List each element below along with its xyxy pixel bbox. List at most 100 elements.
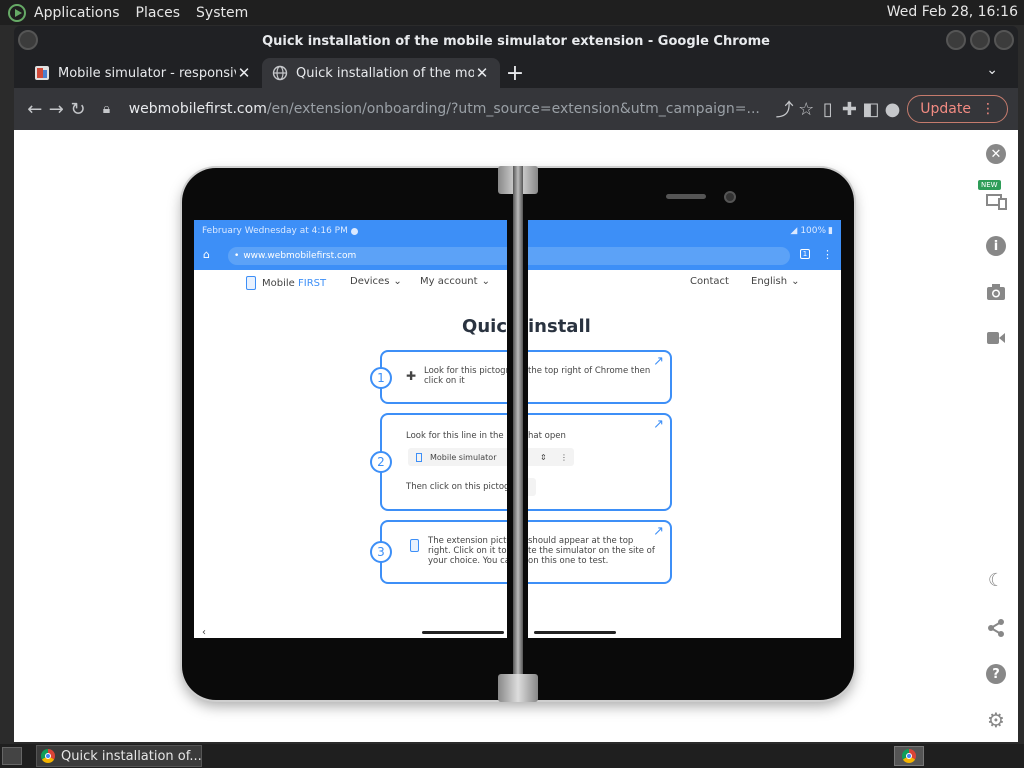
- mobile-first-logo-icon: [246, 276, 256, 290]
- extension-name: Mobile simulator: [430, 452, 497, 462]
- device-camera-icon: [724, 191, 736, 203]
- extension-list-row: Mobile simulator: [408, 448, 507, 466]
- nav-devices[interactable]: Devices ⌄: [350, 276, 402, 287]
- device-address-bar[interactable]: • www.webmobilefirst.com: [228, 247, 507, 265]
- forward-button[interactable]: →: [46, 93, 68, 125]
- update-button[interactable]: Update ⋮: [907, 95, 1008, 123]
- device-url-text: www.webmobilefirst.com: [243, 251, 357, 261]
- device-menu-icon[interactable]: ⋮: [822, 248, 833, 261]
- top-panel: Applications Places System Wed Feb 28, 1…: [0, 0, 1024, 25]
- chrome-window: Quick installation of the mobile simulat…: [14, 26, 1018, 742]
- globe-icon: [272, 65, 288, 81]
- window-title-bar[interactable]: Quick installation of the mobile simulat…: [14, 26, 1018, 56]
- extensions-puzzle-icon[interactable]: ✚: [839, 93, 861, 125]
- info-button[interactable]: i: [982, 232, 1010, 260]
- update-label: Update: [920, 101, 971, 117]
- help-button[interactable]: ?: [982, 660, 1010, 688]
- step-card-1: 1 ✚ Look for this pictogra click on it: [370, 350, 507, 404]
- pin-icon: ⇕: [540, 452, 547, 462]
- back-button[interactable]: ←: [24, 93, 46, 125]
- menu-system[interactable]: System: [188, 5, 256, 21]
- step-number: 2: [370, 451, 392, 473]
- brand-text: Mobile: [262, 277, 295, 289]
- bookmark-star-icon[interactable]: ☆: [795, 93, 817, 125]
- step-card-2-right: hat open ⇕ ⋮ ↗: [528, 413, 672, 511]
- taskbar-chrome-window[interactable]: Quick installation of...: [36, 745, 202, 767]
- nav-devices-label: Devices: [350, 276, 390, 287]
- tab-title: Quick installation of the mobile simulat…: [296, 65, 474, 81]
- settings-button[interactable]: ⚙: [982, 706, 1010, 734]
- help-icon: ?: [986, 664, 1006, 684]
- device-screen-right[interactable]: ◢ 100% ▮ 1 ⋮ Contact English ⌄ install t…: [528, 220, 841, 638]
- hinge-cap-bottom: [498, 674, 538, 702]
- minimize-button[interactable]: [946, 30, 966, 50]
- video-camera-icon: [987, 332, 1005, 344]
- url-text[interactable]: webmobilefirst.com/en/extension/onboardi…: [129, 101, 760, 117]
- mobile-simulator-extension-icon[interactable]: ▯: [817, 93, 839, 125]
- step-text: the top right of Chrome then: [528, 366, 651, 376]
- chevron-down-icon: ⌄: [791, 276, 800, 287]
- kebab-menu-icon: ⋮: [980, 101, 995, 117]
- device-status-bar: February Wednesday at 4:16 PM: [194, 220, 507, 242]
- mobile-simulator-icon: [416, 452, 422, 462]
- profile-avatar-icon[interactable]: ●: [882, 93, 904, 125]
- window-menu-button[interactable]: [18, 30, 38, 50]
- device-browser-bar: ⌂ • www.webmobilefirst.com: [194, 242, 507, 270]
- share-nodes-icon: [988, 619, 1004, 637]
- device-status-time: February Wednesday at 4:16 PM: [202, 226, 348, 236]
- record-video-button[interactable]: [982, 324, 1010, 352]
- close-simulator-button[interactable]: ✕: [982, 140, 1010, 168]
- show-desktop-button[interactable]: [2, 747, 22, 765]
- panel-clock[interactable]: Wed Feb 28, 16:16: [887, 4, 1018, 20]
- nav-language[interactable]: English ⌄: [751, 276, 800, 287]
- reload-button[interactable]: ↻: [67, 93, 89, 125]
- close-window-button[interactable]: [994, 30, 1014, 50]
- tab-search-chevron-icon[interactable]: ⌄: [986, 62, 998, 78]
- new-badge: NEW: [978, 180, 1001, 190]
- tab-mobile-simulator[interactable]: Mobile simulator - responsive ✕: [24, 58, 262, 88]
- tab-quick-installation[interactable]: Quick installation of the mobile simulat…: [262, 58, 500, 88]
- dark-mode-button[interactable]: ☾: [982, 566, 1010, 594]
- moon-icon: ☾: [987, 569, 1005, 591]
- nav-my-account[interactable]: My account ⌄: [420, 276, 490, 287]
- gesture-bar: [422, 631, 504, 634]
- tray-chrome-button[interactable]: [894, 746, 924, 766]
- lock-icon[interactable]: 🔒︎: [103, 101, 121, 117]
- menu-applications[interactable]: Applications: [26, 5, 128, 21]
- tab-title: Mobile simulator - responsive: [58, 65, 236, 81]
- browser-toolbar: ← → ↻ 🔒︎ webmobilefirst.com/en/extension…: [14, 88, 1018, 130]
- dual-screen-device: February Wednesday at 4:16 PM ⌂ • www.we…: [182, 166, 854, 702]
- site-logo[interactable]: Mobile FIRST: [246, 276, 326, 290]
- step-text: The extension picto right. Click on it t…: [428, 536, 507, 566]
- arrow-up-right-icon: ↗: [653, 354, 664, 369]
- arrow-up-right-icon: ↗: [653, 524, 664, 539]
- app-launcher-icon[interactable]: [8, 3, 26, 22]
- home-icon[interactable]: ⌂: [203, 248, 210, 261]
- tab-close-icon[interactable]: ✕: [236, 64, 252, 82]
- address-bar[interactable]: 🔒︎ webmobilefirst.com/en/extension/onboa…: [95, 93, 768, 125]
- device-status-bar: ◢ 100% ▮: [528, 220, 841, 242]
- battery-icon: ▮: [828, 226, 833, 236]
- screenshot-button[interactable]: [982, 278, 1010, 306]
- nav-contact[interactable]: Contact: [690, 276, 729, 287]
- signal-icon: ◢: [790, 226, 798, 236]
- tab-close-icon[interactable]: ✕: [474, 64, 490, 82]
- tabs-count-icon[interactable]: 1: [800, 249, 810, 259]
- side-panel-icon[interactable]: ◧: [860, 93, 882, 125]
- share-button[interactable]: [982, 614, 1010, 642]
- new-tab-button[interactable]: +: [500, 58, 530, 88]
- device-hinge: [513, 166, 523, 702]
- device-address-bar[interactable]: [528, 247, 790, 265]
- chrome-icon: [902, 749, 916, 763]
- step-number: 3: [370, 541, 392, 563]
- menu-places[interactable]: Places: [128, 5, 189, 21]
- more-icon: ⋮: [560, 452, 568, 462]
- devices-button[interactable]: NEW: [978, 180, 1010, 214]
- taskbar-window-title: Quick installation of...: [61, 748, 202, 764]
- maximize-button[interactable]: [970, 30, 990, 50]
- device-back-icon[interactable]: ‹: [202, 627, 206, 638]
- info-icon: i: [986, 236, 1006, 256]
- device-screen-left[interactable]: February Wednesday at 4:16 PM ⌂ • www.we…: [194, 220, 507, 638]
- share-icon[interactable]: ⤴: [774, 93, 796, 125]
- arrow-up-right-icon: ↗: [653, 417, 664, 432]
